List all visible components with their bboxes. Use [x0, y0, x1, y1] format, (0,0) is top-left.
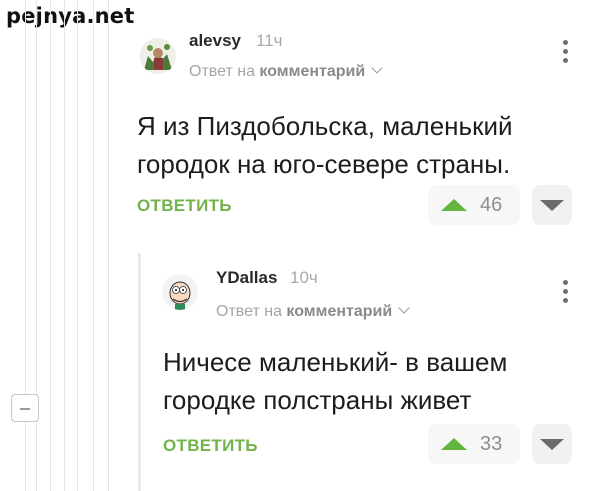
comment-text-line: Ничесе маленький- в вашем [163, 347, 508, 377]
vote-count: 33 [480, 433, 503, 455]
timestamp: 10ч [290, 268, 318, 287]
reply-to-link[interactable]: Ответ на комментарий [189, 62, 383, 81]
vote-box: 33 [428, 424, 520, 464]
comment-text-line: Я из Пиздобольска, маленький [137, 111, 513, 141]
comment-text-line: городок на юго-севере страны. [137, 149, 511, 179]
comment: YDallas 10ч Ответ на комментарий Ничесе … [0, 250, 600, 491]
kebab-menu-icon[interactable] [563, 280, 569, 307]
reply-button[interactable]: ОТВЕТИТЬ [137, 196, 232, 216]
downvote-button[interactable] [532, 424, 572, 464]
chevron-down-icon [371, 62, 383, 74]
reply-to-prefix: Ответ на [216, 303, 282, 320]
downvote-button[interactable] [532, 185, 572, 225]
chevron-down-icon [398, 302, 410, 314]
reply-to-target: комментарий [286, 303, 393, 320]
comment-text: Я из Пиздобольска, маленький городок на … [137, 107, 513, 183]
downvote-icon [540, 439, 564, 450]
username[interactable]: alevsy [189, 31, 241, 51]
reply-to-link[interactable]: Ответ на комментарий [216, 302, 410, 321]
username[interactable]: YDallas [216, 268, 277, 288]
reply-to-prefix: Ответ на [189, 63, 255, 80]
avatar[interactable] [162, 274, 198, 310]
reply-to-target: комментарий [259, 63, 366, 80]
reply-button[interactable]: ОТВЕТИТЬ [163, 436, 258, 456]
comment-text-line: городке полстраны живет [163, 385, 472, 415]
vote-count: 46 [480, 194, 503, 216]
comment: alevsy 11ч Ответ на комментарий Я из Пиз… [0, 0, 600, 250]
vote-box: 46 [428, 185, 520, 225]
timestamp: 11ч [256, 31, 283, 50]
avatar[interactable] [140, 38, 176, 74]
kebab-menu-icon[interactable] [563, 40, 569, 67]
comment-text: Ничесе маленький- в вашем городке полстр… [163, 343, 507, 419]
upvote-icon[interactable] [441, 438, 467, 450]
downvote-icon [540, 200, 564, 211]
upvote-icon[interactable] [441, 199, 467, 211]
